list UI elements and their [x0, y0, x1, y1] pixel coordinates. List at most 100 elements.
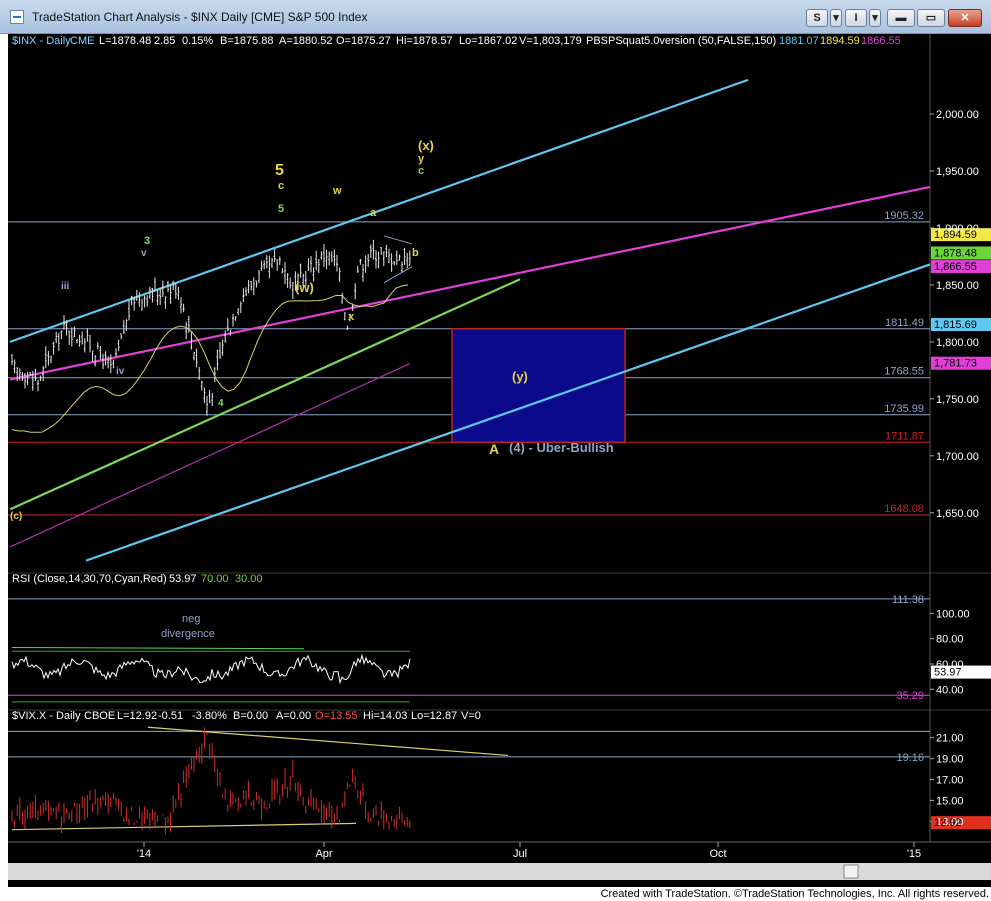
vix-header-open: O=13.55 [315, 710, 358, 722]
level-label: 1811.49 [885, 317, 924, 329]
level-label: 1711.87 [885, 430, 924, 442]
wave-label: (x) [418, 138, 434, 153]
footer: Created with TradeStation. ©TradeStation… [0, 887, 991, 901]
y-tick-label: 1,800.00 [936, 337, 979, 349]
lower-channel-line [85, 263, 931, 562]
wave-label: v [141, 248, 147, 259]
vix-marker-label: 12.92 [934, 817, 962, 829]
vix-header-bid: B=0.00 [233, 710, 268, 722]
x-tick-label: '14 [137, 848, 151, 860]
vix-header-pct: -3.80% [192, 710, 227, 722]
price-marker-label: 1,894.59 [934, 229, 977, 241]
price-marker-label: 1,878.48 [934, 247, 977, 259]
rsi-header-ob: 70.00 [201, 573, 229, 585]
rsi-level-label: 35.29 [896, 690, 924, 702]
rsi-header-os: 30.00 [235, 573, 263, 585]
level-label: 1735.99 [884, 403, 924, 415]
vix-y-tick-label: 19.00 [936, 754, 964, 766]
header-change: 2.85 [154, 35, 175, 47]
wave-label: c [418, 165, 424, 177]
rsi-y-tick-label: 40.00 [936, 684, 964, 696]
vix-header-low: Lo=12.87 [411, 710, 457, 722]
y-tick-label: 1,950.00 [936, 166, 979, 178]
level-label: 1648.08 [884, 503, 924, 515]
rsi-level-label: 111.38 [892, 594, 924, 606]
wave-label: A [489, 441, 499, 457]
rsi-divergence-line [11, 647, 305, 650]
wave-label: x [348, 311, 355, 323]
header-ask: A=1880.52 [279, 35, 333, 47]
wave-label: 5 [278, 203, 284, 215]
level-label: 1905.32 [884, 210, 924, 222]
rsi-header-name: RSI (Close,14,30,70,Cyan,Red) [12, 573, 167, 585]
wedge-upper-line [383, 235, 413, 245]
chart-svg[interactable]: $INX - Daily CME L=1878.48 2.85 0.15% B=… [8, 34, 991, 887]
header-open: O=1875.27 [336, 35, 391, 47]
wave-label: iv [116, 366, 125, 377]
vix-header-last: L=12.92 [117, 710, 157, 722]
header-exchange: CME [70, 35, 94, 47]
vix-header-high: Hi=14.03 [363, 710, 407, 722]
header-indicator: PBSPSquat5.0version (50,FALSE,150) [586, 35, 776, 47]
header-ind3: 1866.55 [861, 35, 901, 47]
wedge-lower-line [383, 266, 413, 284]
header-ind1: 1881.07 [779, 35, 819, 47]
vix-header-volume: V=0 [461, 710, 481, 722]
wave-label: y [418, 153, 425, 165]
level-label: 1768.55 [884, 366, 924, 378]
rsi-header-value: 53.97 [169, 573, 197, 585]
wave-label: iii [61, 281, 70, 292]
close-button[interactable]: ✕ [948, 9, 982, 27]
wave-label: 4 [218, 398, 224, 409]
wave-label: 3 [144, 235, 150, 247]
y-tick-label: 1,650.00 [936, 508, 979, 520]
y-tick-label: 2,000.00 [936, 109, 979, 121]
s-dropdown-button[interactable]: ▾ [830, 9, 842, 27]
maximize-button[interactable]: ▭ [917, 9, 945, 27]
price-marker-label: 1,781.73 [934, 358, 977, 370]
footer-text: Created with TradeStation. ©TradeStation… [600, 888, 989, 900]
vix-header-ask: A=0.00 [276, 710, 311, 722]
yellow-ma-line [11, 284, 409, 433]
wave-label: 5 [275, 162, 284, 179]
header-high: Hi=1878.57 [396, 35, 453, 47]
x-tick-label: Jul [513, 848, 527, 860]
s-button[interactable]: S [806, 9, 828, 27]
wave-label: (c) [10, 511, 22, 522]
header-pct: 0.15% [182, 35, 213, 47]
minimize-button[interactable]: ▬ [887, 9, 915, 27]
header-symbol: $INX - Daily [12, 35, 71, 47]
vix-level-label: 19.16 [896, 752, 924, 764]
header-low: Lo=1867.02 [459, 35, 517, 47]
vix-header-symbol: $VIX.X - Daily [12, 710, 81, 722]
i-button[interactable]: I [845, 9, 867, 27]
rsi-annotation-divergence: divergence [161, 628, 215, 640]
wave-label: (y) [512, 369, 528, 384]
y-tick-label: 1,850.00 [936, 280, 979, 292]
vix-header-change: -0.51 [158, 710, 183, 722]
y-tick-label: 1,700.00 [936, 451, 979, 463]
header-last: L=1878.48 [99, 35, 151, 47]
rsi-marker-label: 53.97 [934, 667, 962, 679]
window-title: TradeStation Chart Analysis - $INX Daily… [32, 10, 368, 24]
price-marker-label: 1,866.55 [934, 261, 977, 273]
wave-label: b [412, 247, 419, 259]
vix-y-tick-label: 15.00 [936, 795, 964, 807]
vix-header-exchange: CBOE [84, 710, 115, 722]
i-dropdown-button[interactable]: ▾ [869, 9, 881, 27]
x-tick-label: Oct [709, 848, 726, 860]
price-marker-label: 1,815.69 [934, 319, 977, 331]
header-ind2: 1894.59 [820, 35, 860, 47]
vix-y-tick-label: 21.00 [936, 733, 964, 745]
chart-area[interactable]: $INX - Daily CME L=1878.48 2.85 0.15% B=… [8, 34, 991, 887]
target-box [451, 328, 626, 444]
title-bar: TradeStation Chart Analysis - $INX Daily… [0, 0, 991, 34]
rsi-y-tick-label: 100.00 [936, 608, 970, 620]
rsi-line [11, 653, 411, 685]
app-icon [10, 10, 24, 24]
vix-y-tick-label: 17.00 [936, 775, 964, 787]
wave-label: w [332, 185, 342, 197]
scrollbar-thumb [843, 864, 859, 879]
y-tick-label: 1,750.00 [936, 394, 979, 406]
wave-label: (w) [295, 280, 314, 295]
